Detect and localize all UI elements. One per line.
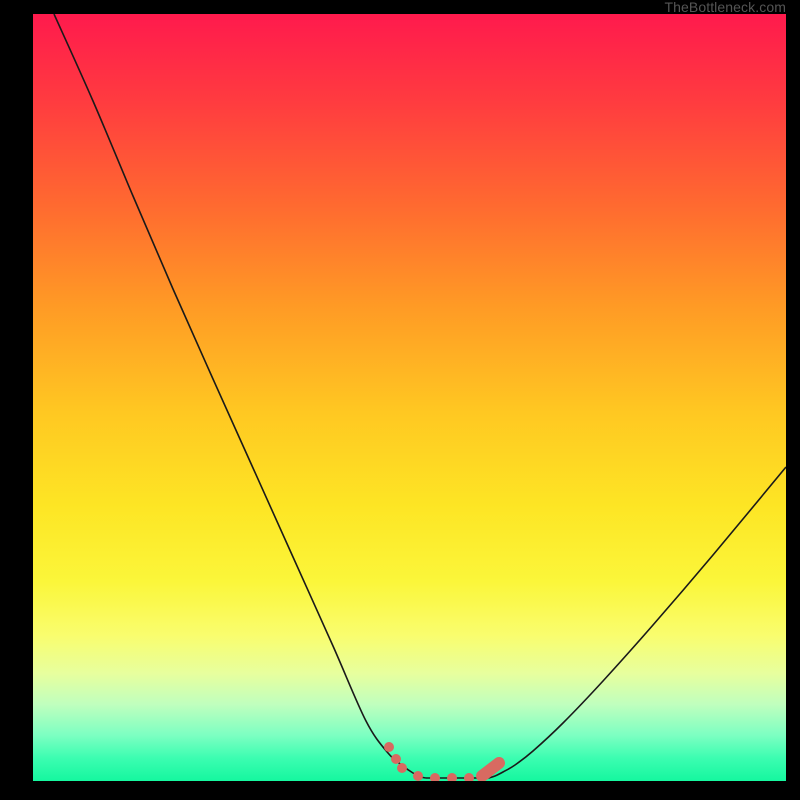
highlight-capsule bbox=[482, 763, 499, 776]
highlight-dot bbox=[464, 773, 474, 781]
chart-plot-area bbox=[33, 14, 786, 781]
highlight-dot bbox=[397, 763, 407, 773]
highlight-dot bbox=[391, 754, 401, 764]
watermark-text: TheBottleneck.com bbox=[664, 0, 786, 14]
highlight-dot bbox=[430, 773, 440, 781]
highlight-markers bbox=[384, 742, 499, 781]
highlight-dot bbox=[413, 771, 423, 781]
left-curve-path bbox=[54, 14, 426, 778]
highlight-dot bbox=[447, 773, 457, 781]
highlight-dot bbox=[384, 742, 394, 752]
right-curve-path bbox=[489, 467, 786, 778]
chart-svg bbox=[33, 14, 786, 781]
